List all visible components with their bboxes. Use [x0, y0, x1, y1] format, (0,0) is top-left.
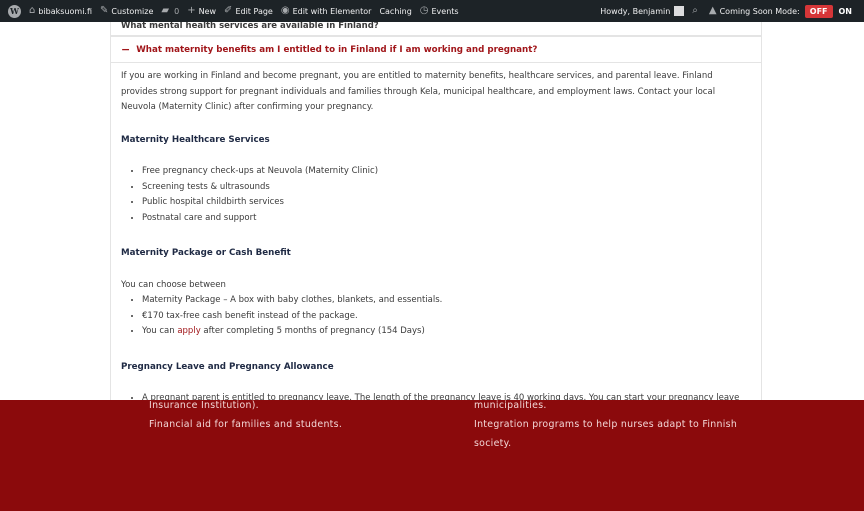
section-heading: Pregnancy Leave and Pregnancy Allowance: [121, 361, 334, 372]
healthcare-list: Free pregnancy check-ups at Neuvola (Mat…: [121, 164, 751, 226]
accordion-title: What maternity benefits am I entitled to…: [136, 44, 538, 55]
brush-icon: ✎: [100, 5, 109, 16]
elementor-icon: ◉: [280, 5, 290, 16]
new-content-link[interactable]: + New: [183, 0, 220, 22]
footer-text: Financial aid for families and students.: [149, 419, 343, 430]
list-item: Maternity Package – A box with baby clot…: [142, 293, 751, 309]
package-list: Maternity Package – A box with baby clot…: [121, 293, 751, 340]
faq-section: What mental health services are availabl…: [110, 0, 762, 400]
accordion-title: What mental health services are availabl…: [121, 20, 379, 31]
search-icon: ⌕: [692, 5, 698, 16]
search-button[interactable]: ⌕: [688, 0, 705, 22]
footer-text: society.: [474, 438, 512, 449]
footer-text: Integration programs to help nurses adap…: [474, 419, 738, 430]
list-item: Postnatal care and support: [142, 211, 751, 227]
accordion-item-maternity: − What maternity benefits am I entitled …: [110, 36, 762, 400]
site-name-link[interactable]: ⌂ bibaksuomi.fi: [25, 0, 96, 22]
footer-text: Insurance Institution).: [149, 400, 259, 411]
intro-paragraph: If you are working in Finland and become…: [121, 71, 716, 112]
events-link[interactable]: ◷ Events: [416, 0, 463, 22]
plus-icon: +: [187, 5, 196, 16]
section-heading: Maternity Healthcare Services: [121, 134, 270, 145]
pencil-icon: ✐: [224, 5, 233, 16]
edit-page-link[interactable]: ✐ Edit Page: [220, 0, 277, 22]
rocket-icon: ▲: [708, 5, 717, 16]
list-item: €170 tax-free cash benefit instead of th…: [142, 309, 751, 325]
wordpress-logo-icon[interactable]: W: [8, 4, 21, 18]
apply-link[interactable]: apply: [177, 326, 200, 336]
list-item: You can apply after completing 5 months …: [142, 324, 751, 340]
coming-soon-on-label[interactable]: ON: [839, 7, 853, 16]
section-lead: You can choose between: [121, 279, 226, 290]
admin-bar: W ⌂ bibaksuomi.fi ✎ Customize ▰ 0 + New ✐ Edi…: [0, 0, 864, 22]
calendar-icon: ◷: [419, 5, 429, 16]
coming-soon-off-badge[interactable]: OFF: [804, 4, 833, 18]
dashboard-icon: ⌂: [29, 5, 36, 16]
customize-link[interactable]: ✎ Customize: [96, 0, 157, 22]
footer-text: municipalities.: [474, 400, 547, 411]
list-item: Screening tests & ultrasounds: [142, 180, 751, 196]
accordion-header-maternity[interactable]: − What maternity benefits am I entitled …: [111, 37, 761, 63]
coming-soon-toggle[interactable]: ▲ Coming Soon Mode: OFF ON: [705, 0, 864, 22]
accordion-body: If you are working in Finland and become…: [111, 63, 761, 400]
edit-with-elementor-link[interactable]: ◉ Edit with Elementor: [277, 0, 376, 22]
footer-column-right: municipalities. Integration programs to …: [474, 396, 737, 453]
caching-link[interactable]: Caching: [375, 0, 415, 22]
comments-link[interactable]: ▰ 0: [157, 0, 183, 22]
site-footer: Insurance Institution). Financial aid fo…: [0, 400, 864, 511]
footer-column-left: Insurance Institution). Financial aid fo…: [149, 396, 342, 434]
avatar: [674, 6, 685, 16]
comment-icon: ▰: [161, 5, 170, 16]
minus-icon: −: [121, 43, 131, 56]
my-account-link[interactable]: Howdy, Benjamin: [596, 0, 688, 22]
section-heading: Maternity Package or Cash Benefit: [121, 248, 291, 258]
list-item: Public hospital childbirth services: [142, 195, 751, 211]
list-item: Free pregnancy check-ups at Neuvola (Mat…: [142, 164, 751, 180]
